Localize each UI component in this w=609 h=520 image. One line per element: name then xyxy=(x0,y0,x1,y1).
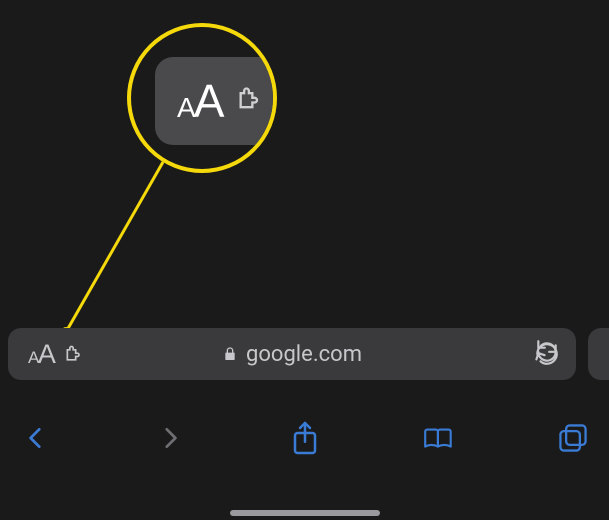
share-button[interactable] xyxy=(275,420,335,456)
lock-icon xyxy=(222,345,238,363)
large-a-icon: A xyxy=(38,339,55,370)
reload-icon[interactable] xyxy=(534,339,560,369)
text-size-icon-magnified: AA xyxy=(177,74,222,128)
address-bar[interactable]: AA google.com xyxy=(8,328,576,380)
callout-addressbar-fragment: AA xyxy=(155,57,277,145)
forward-button[interactable] xyxy=(140,421,200,455)
text-size-button[interactable]: AA xyxy=(28,339,54,370)
tabs-button[interactable] xyxy=(543,422,603,454)
bookmarks-button[interactable] xyxy=(409,423,469,453)
home-indicator[interactable] xyxy=(230,510,380,516)
url-text: google.com xyxy=(246,342,362,367)
callout-circle: AA xyxy=(127,23,277,173)
bottom-toolbar xyxy=(0,408,609,468)
small-a-icon: A xyxy=(177,92,194,124)
next-tab-peek[interactable] xyxy=(588,328,609,380)
extensions-icon[interactable] xyxy=(64,344,84,364)
small-a-icon: A xyxy=(28,348,38,368)
large-a-icon: A xyxy=(194,74,223,128)
back-button[interactable] xyxy=(6,421,66,455)
extensions-icon-magnified xyxy=(236,85,264,117)
url-display[interactable]: google.com xyxy=(222,342,362,367)
